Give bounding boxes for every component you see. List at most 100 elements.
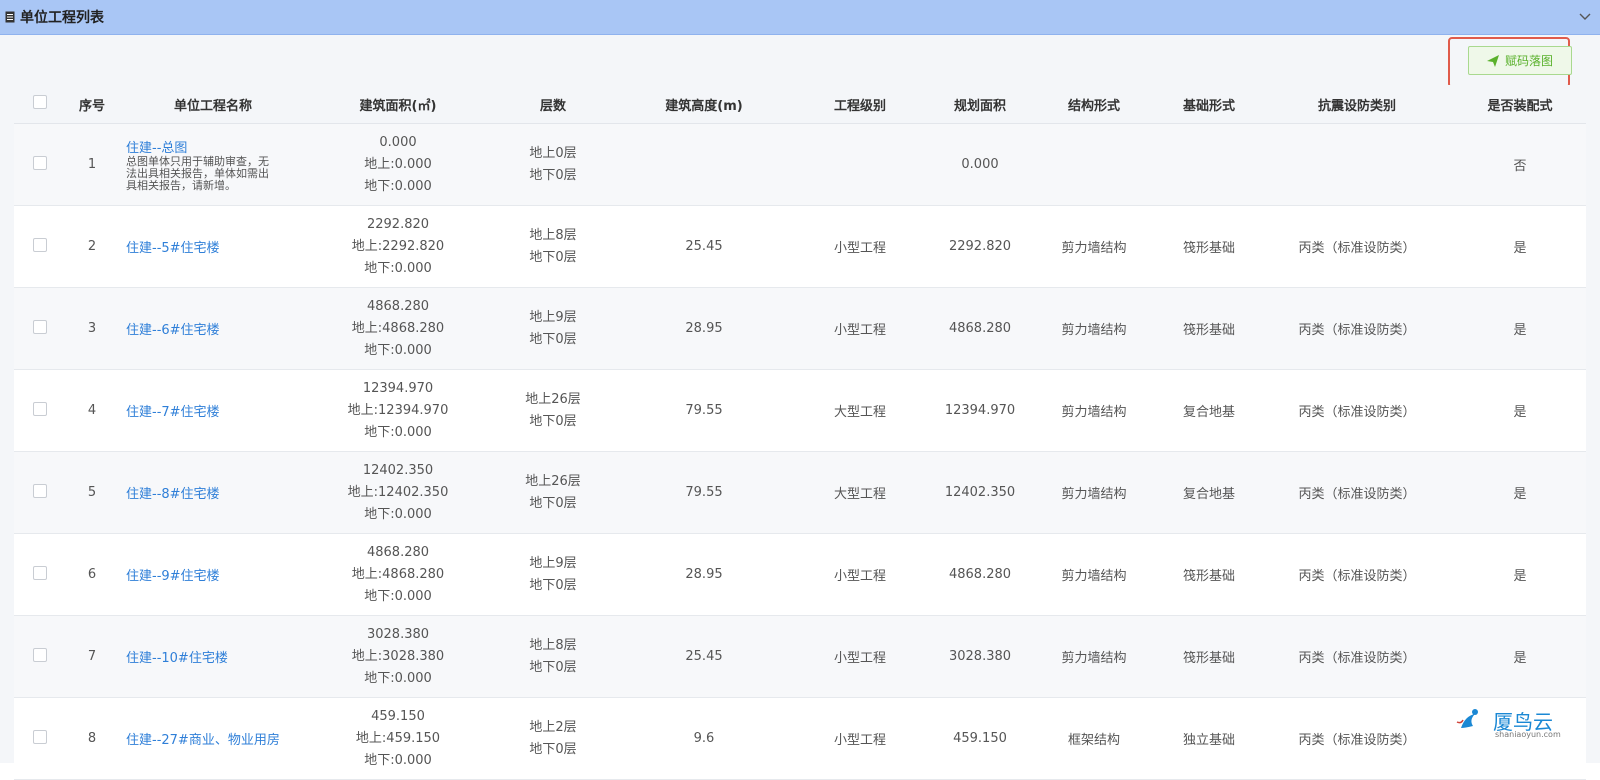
select-all-checkbox[interactable] [33, 95, 47, 109]
cell-area: 459.150 地上:459.150 地下:0.000 [308, 697, 488, 780]
cell-plan-area: 0.000 [930, 123, 1030, 206]
row-checkbox[interactable] [33, 647, 47, 662]
area-total: 12402.350 [362, 462, 434, 478]
cell-foundation: 独立基础 [1158, 697, 1260, 780]
cell-area: 0.000 地上:0.000 地下:0.000 [308, 123, 488, 206]
cell-grade [790, 123, 930, 206]
unit-name-link[interactable]: 住建--总图 [126, 137, 308, 156]
cell-area: 3028.380 地上:3028.380 地下:0.000 [308, 615, 488, 698]
table-header-row: 序号 单位工程名称 建筑面积(㎡) 层数 建筑高度(m) 工程级别 规划面积 结… [14, 85, 1586, 124]
floors-below: 地下0层 [529, 249, 577, 265]
cell-foundation [1158, 123, 1260, 206]
cell-prefab: 否 [1454, 123, 1586, 206]
area-above: 地上:12394.970 [347, 402, 449, 418]
cell-structure [1030, 123, 1158, 206]
row-checkbox[interactable] [33, 483, 47, 498]
cell-area: 4868.280 地上:4868.280 地下:0.000 [308, 533, 488, 616]
send-icon [1486, 54, 1499, 67]
unit-name-link[interactable]: 住建--6#住宅楼 [126, 319, 308, 338]
cell-height: 79.55 [618, 369, 790, 452]
cell-structure: 剪力墙结构 [1030, 451, 1158, 534]
cell-height [618, 123, 790, 206]
cell-height: 28.95 [618, 287, 790, 370]
unit-name-link[interactable]: 住建--10#住宅楼 [126, 647, 308, 666]
floors-below: 地下0层 [529, 331, 577, 347]
unit-name-link[interactable]: 住建--8#住宅楼 [126, 483, 308, 502]
floors-above: 地上26层 [525, 391, 581, 407]
row-checkbox[interactable] [33, 729, 47, 744]
row-select-cell [14, 451, 66, 534]
row-checkbox[interactable] [33, 401, 47, 416]
area-above: 地上:0.000 [364, 156, 432, 172]
cell-floors: 地上26层地下0层 [488, 369, 618, 452]
panel-title: 单位工程列表 [20, 10, 104, 26]
row-checkbox[interactable] [33, 319, 47, 334]
cell-prefab: 是 [1454, 615, 1586, 698]
unit-name-link[interactable]: 住建--5#住宅楼 [126, 237, 308, 256]
floors-above: 地上9层 [529, 555, 577, 571]
unit-name-link[interactable]: 住建--9#住宅楼 [126, 565, 308, 584]
cell-plan-area: 459.150 [930, 697, 1030, 780]
cell-foundation: 复合地基 [1158, 369, 1260, 452]
cell-structure: 剪力墙结构 [1030, 369, 1158, 452]
unit-name-link[interactable]: 住建--7#住宅楼 [126, 401, 308, 420]
cell-name: 住建--7#住宅楼 [118, 369, 308, 452]
cell-plan-area: 4868.280 [930, 287, 1030, 370]
area-above: 地上:4868.280 [351, 320, 445, 336]
row-checkbox[interactable] [33, 565, 47, 580]
cell-seismic: 丙类（标准设防类） [1260, 533, 1454, 616]
cell-no: 8 [66, 697, 118, 780]
cell-grade: 大型工程 [790, 369, 930, 452]
area-below: 地下:0.000 [364, 506, 432, 522]
cell-seismic: 丙类（标准设防类） [1260, 205, 1454, 288]
area-total: 4868.280 [366, 298, 430, 314]
col-header-grade: 工程级别 [790, 85, 930, 124]
cell-structure: 剪力墙结构 [1030, 615, 1158, 698]
cell-no: 5 [66, 451, 118, 534]
cell-seismic: 丙类（标准设防类） [1260, 615, 1454, 698]
area-total: 3028.380 [366, 626, 430, 642]
table-row: 5 住建--8#住宅楼 12402.350 地上:12402.350 地下:0.000 地… [14, 451, 1586, 534]
unit-name-link[interactable]: 住建--27#商业、物业用房 [126, 729, 308, 748]
bird-icon [1455, 702, 1489, 739]
cell-floors: 地上0层 地下0层 [488, 123, 618, 206]
floors-above: 地上9层 [529, 309, 577, 325]
area-below: 地下:0.000 [364, 752, 432, 768]
cell-prefab: 是 [1454, 287, 1586, 370]
col-header-structure: 结构形式 [1030, 85, 1158, 124]
cell-name: 住建--27#商业、物业用房 [118, 697, 308, 780]
col-header-area: 建筑面积(㎡) [308, 85, 488, 124]
cell-floors: 地上9层 地下0层 [488, 533, 618, 616]
cell-prefab: 是 [1454, 205, 1586, 288]
col-header-foundation: 基础形式 [1158, 85, 1260, 124]
cell-structure: 剪力墙结构 [1030, 533, 1158, 616]
table-row: 4 住建--7#住宅楼 12394.970 地上:12394.970 地下:0.000 地… [14, 369, 1586, 452]
cell-seismic: 丙类（标准设防类） [1260, 369, 1454, 452]
col-header-floors: 层数 [488, 85, 618, 124]
cell-no: 3 [66, 287, 118, 370]
area-above: 地上:2292.820 [351, 238, 445, 254]
cell-floors: 地上26层 地下0层 [488, 451, 618, 534]
table-row: 3 住建--6#住宅楼 4868.280 地上:4868.280 地下:0.000 地上9… [14, 287, 1586, 370]
row-select-cell [14, 615, 66, 698]
col-header-plan-area: 规划面积 [930, 85, 1030, 124]
cell-floors: 地上8层 地下0层 [488, 205, 618, 288]
floors-below: 地下0层 [529, 495, 577, 511]
floors-below: 地下0层 [529, 413, 577, 429]
cell-structure: 剪力墙结构 [1030, 287, 1158, 370]
row-select-cell [14, 533, 66, 616]
row-checkbox[interactable] [33, 155, 47, 170]
cell-grade: 小型工程 [790, 205, 930, 288]
cell-prefab: 是 [1454, 451, 1586, 534]
assign-code-map-button[interactable]: 赋码落图 [1468, 46, 1572, 75]
cell-floors: 地上8层 地下0层 [488, 615, 618, 698]
row-checkbox[interactable] [33, 237, 47, 252]
document-icon [5, 10, 17, 24]
col-header-seismic: 抗震设防类别 [1260, 85, 1454, 124]
chevron-down-icon[interactable] [1578, 10, 1592, 24]
area-below: 地下:0.000 [364, 588, 432, 604]
cell-plan-area: 12402.350 [930, 451, 1030, 534]
floors-below: 地下0层 [529, 741, 577, 757]
cell-seismic: 丙类（标准设防类） [1260, 287, 1454, 370]
area-below: 地下:0.000 [364, 670, 432, 686]
